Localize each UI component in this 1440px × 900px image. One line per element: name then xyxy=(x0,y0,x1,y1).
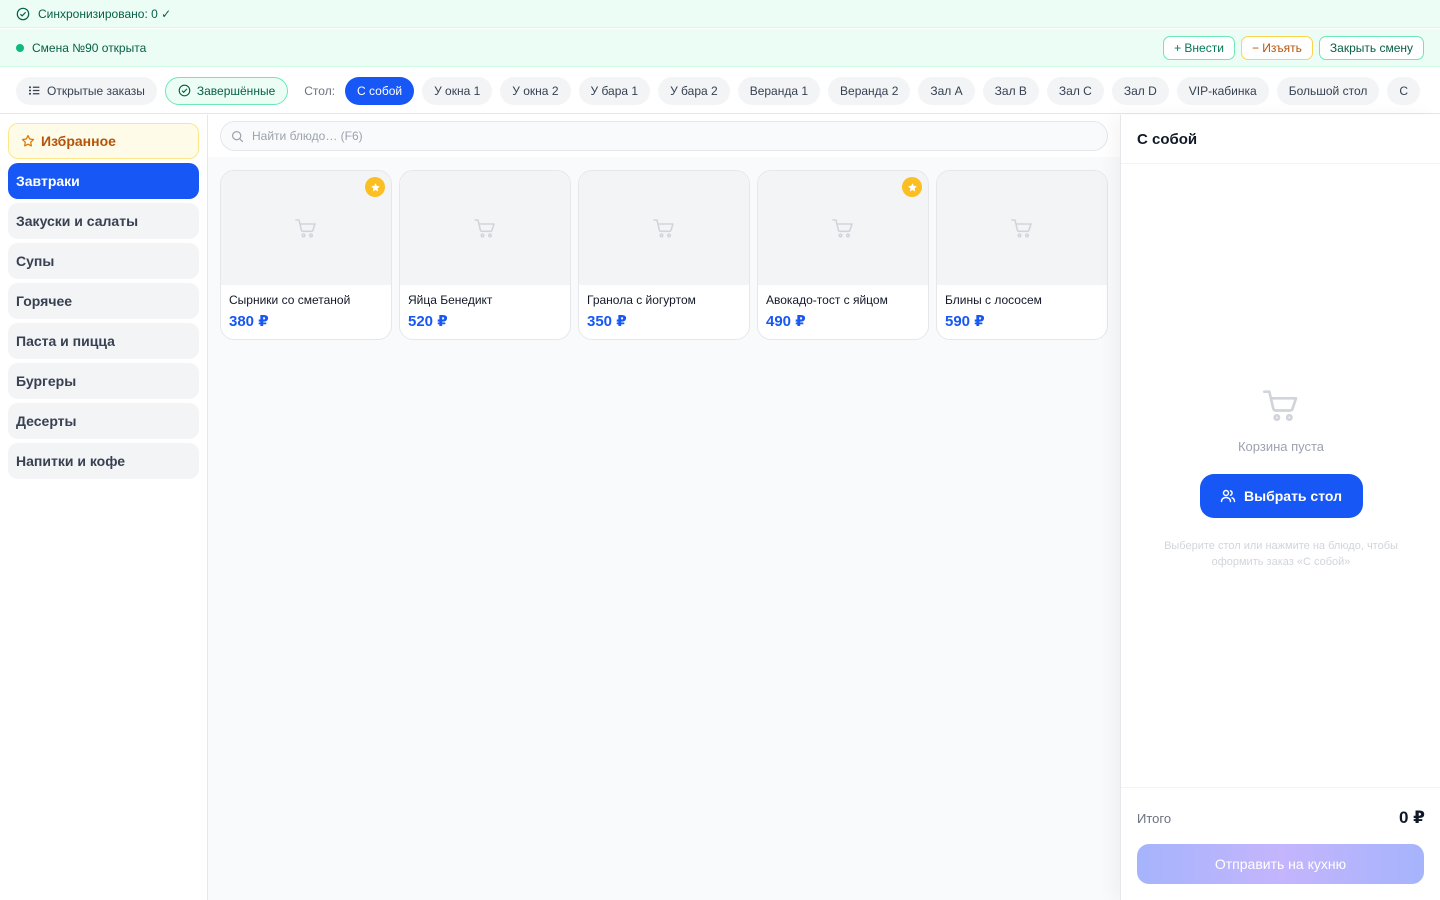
shift-actions: + Внести − Изъять Закрыть смену xyxy=(1163,35,1424,60)
table-pill[interactable]: У окна 1 xyxy=(422,76,493,105)
search-input[interactable] xyxy=(252,129,1052,143)
send-to-kitchen-button[interactable]: Отправить на кухню xyxy=(1137,844,1424,884)
search-bar xyxy=(208,115,1120,157)
favorite-badge xyxy=(365,177,385,197)
category-favorites-label: Избранное xyxy=(41,133,116,149)
table-pill[interactable]: Зал C xyxy=(1046,76,1104,105)
category-item[interactable]: Закуски и салаты xyxy=(8,203,199,239)
product-price: 350 ₽ xyxy=(587,313,627,330)
cart-title: С собой xyxy=(1121,115,1440,164)
table-pill[interactable]: Зал B xyxy=(982,76,1039,105)
product-card[interactable]: Гранола с йогуртом 350 ₽ xyxy=(578,170,750,340)
product-name: Сырники со сметаной xyxy=(229,293,351,307)
product-price: 380 ₽ xyxy=(229,313,269,330)
table-pill[interactable]: С xyxy=(1387,76,1421,105)
table-pill[interactable]: У бара 2 xyxy=(658,76,730,105)
category-list: Завтраки Закуски и салаты Супы Горячее Паста… xyxy=(8,163,199,479)
product-name: Яйца Бенедикт xyxy=(408,293,493,307)
product-grid: Сырники со сметаной 380 ₽ Яйца Бенедикт 520… xyxy=(220,170,1108,340)
status-dot-icon xyxy=(16,43,24,52)
table-pill[interactable]: Веранда 2 xyxy=(828,76,911,105)
search-icon xyxy=(232,130,244,142)
category-item[interactable]: Десерты xyxy=(8,403,199,439)
favorite-badge xyxy=(902,177,922,197)
product-card[interactable]: Яйца Бенедикт 520 ₽ xyxy=(399,170,571,340)
cart-icon xyxy=(1011,219,1032,238)
deposit-cash-button[interactable]: + Внести xyxy=(1163,35,1235,60)
pick-table-button[interactable]: Выбрать стол xyxy=(1199,474,1363,518)
sync-status-text: Синхронизировано: 0 ✓ xyxy=(38,6,172,21)
product-card[interactable]: Сырники со сметаной 380 ₽ xyxy=(220,170,392,340)
table-pill[interactable]: У бара 1 xyxy=(578,76,651,105)
table-pill[interactable]: Веранда 1 xyxy=(737,76,821,105)
total-label: Итого xyxy=(1137,810,1172,826)
check-circle-icon xyxy=(16,7,30,20)
product-area: Сырники со сметаной 380 ₽ Яйца Бенедикт 520… xyxy=(208,115,1120,900)
category-item[interactable]: Завтраки xyxy=(8,163,199,199)
search-field xyxy=(220,121,1108,151)
open-orders-button[interactable]: Открытые заказы xyxy=(16,76,157,105)
category-sidebar: Избранное Завтраки Закуски и салаты Супы Го… xyxy=(0,115,208,900)
check-circle-icon xyxy=(178,84,191,97)
product-image-placeholder xyxy=(937,171,1107,285)
table-pill[interactable]: Зал A xyxy=(918,76,975,105)
product-image-placeholder xyxy=(400,171,570,285)
table-pill[interactable]: У окна 2 xyxy=(500,76,571,105)
category-favorites[interactable]: Избранное xyxy=(8,123,199,159)
open-orders-label: Открытые заказы xyxy=(47,83,145,98)
star-icon xyxy=(907,182,917,191)
cart-panel: С собой Корзина пуста Выбрать стол Выбер… xyxy=(1120,115,1440,900)
product-card[interactable]: Блины с лососем 590 ₽ xyxy=(936,170,1108,340)
table-pill[interactable]: Зал D xyxy=(1111,76,1169,105)
category-item[interactable]: Паста и пицца xyxy=(8,323,199,359)
category-item[interactable]: Бургеры xyxy=(8,363,199,399)
cart-hint: Выберите стол или нажмите на блюдо, чтоб… xyxy=(1164,540,1398,568)
product-price: 590 ₽ xyxy=(945,313,985,330)
close-shift-button[interactable]: Закрыть смену xyxy=(1318,35,1424,60)
cart-icon xyxy=(1263,390,1298,422)
product-name: Блины с лососем xyxy=(945,293,1042,307)
completed-orders-label: Завершённые xyxy=(196,83,276,98)
withdraw-cash-button[interactable]: − Изъять xyxy=(1240,35,1313,60)
cart-icon xyxy=(474,219,495,238)
pick-table-label: Выбрать стол xyxy=(1244,488,1342,504)
product-image-placeholder xyxy=(579,171,749,285)
shift-bar: Смена №90 открыта + Внести − Изъять Закр… xyxy=(0,29,1440,67)
table-pill[interactable]: С собой xyxy=(345,76,415,105)
star-icon xyxy=(370,182,380,191)
product-price: 520 ₽ xyxy=(408,313,448,330)
table-label: Стол: xyxy=(304,83,336,98)
table-selector-bar: Открытые заказы Завершённые Стол: С собо… xyxy=(0,68,1440,114)
cart-empty-text: Корзина пуста xyxy=(1237,439,1325,454)
table-pill-list: С собой У окна 1У окна 2У бара 1У бара 2В… xyxy=(345,76,1421,105)
product-name: Авокадо-тост с яйцом xyxy=(766,293,888,307)
cart-empty-state: Корзина пуста Выбрать стол Выберите стол… xyxy=(1121,385,1440,570)
table-pill[interactable]: Большой стол xyxy=(1276,76,1380,105)
category-item[interactable]: Супы xyxy=(8,243,199,279)
cart-icon xyxy=(832,219,853,238)
category-item[interactable]: Горячее xyxy=(8,283,199,319)
completed-orders-button[interactable]: Завершённые xyxy=(164,76,289,105)
category-item[interactable]: Напитки и кофе xyxy=(8,443,199,479)
shift-status-text: Смена №90 открыта xyxy=(32,40,147,55)
total-value: 0 ₽ xyxy=(1398,808,1425,827)
cart-icon xyxy=(295,219,316,238)
total-row: Итого 0 ₽ xyxy=(1137,808,1425,828)
product-name: Гранола с йогуртом xyxy=(587,293,696,307)
sync-status-bar: Синхронизировано: 0 ✓ xyxy=(0,0,1440,28)
cart-icon xyxy=(653,219,674,238)
list-icon xyxy=(28,86,40,95)
table-pill[interactable]: VIP-кабинка xyxy=(1176,76,1269,105)
product-price: 490 ₽ xyxy=(766,313,806,330)
product-card[interactable]: Авокадо-тост с яйцом 490 ₽ xyxy=(757,170,929,340)
cart-footer: Итого 0 ₽ Отправить на кухню xyxy=(1121,787,1440,900)
star-icon xyxy=(21,134,35,147)
users-icon xyxy=(1220,489,1236,503)
